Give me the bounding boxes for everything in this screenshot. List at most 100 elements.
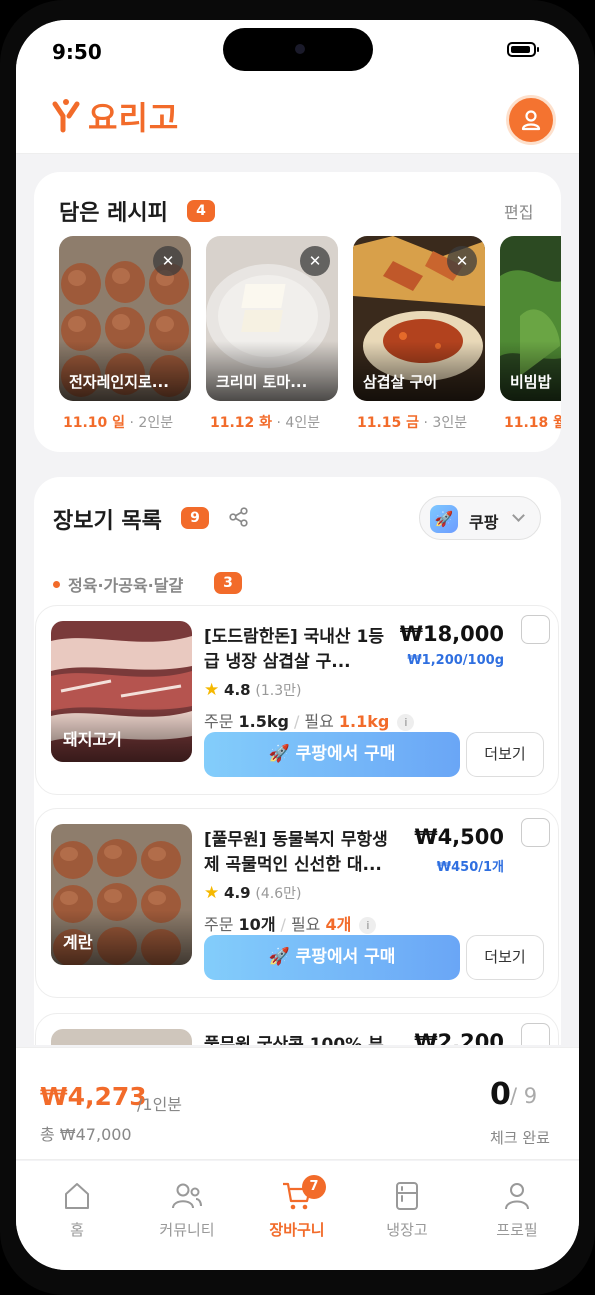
recipe-thumbnail: 삼겹살 구이 ✕ [353,236,485,401]
buy-on-coupang-button[interactable]: 🚀 쿠팡에서 구매 [204,732,460,777]
logo-text: 요리고 [88,99,180,137]
profile-icon [505,1183,529,1210]
tab-community[interactable]: 커뮤니티 [137,1181,237,1251]
item-rating: ★ 4.8 (1.3만) [204,680,301,700]
need-quantity: 4개 [325,915,352,934]
remove-recipe-button[interactable]: ✕ [153,246,183,276]
order-label: 주문 [204,712,234,731]
tab-fridge[interactable]: 냉장고 [357,1181,457,1251]
item-checkbox[interactable] [521,615,550,644]
item-title[interactable]: [도드람한돈] 국내산 1등급 냉장 삼겹살 구... [204,625,394,675]
community-icon [172,1183,202,1209]
cart-count-badge: 7 [302,1175,326,1199]
order-label: 주문 [204,915,234,934]
checked-label: 체크 완료 [490,1129,550,1147]
order-quantity: 10개 [238,915,276,934]
dynamic-island [223,28,373,71]
recipe-date-line: 11.10 일 · 2인분 [63,415,174,431]
mall-select-dropdown[interactable]: 🚀 쿠팡 [419,496,541,540]
tab-profile[interactable]: 프로필 [467,1181,567,1251]
edit-button[interactable]: 편집 [504,199,533,223]
recipe-servings: 3인분 [432,415,468,431]
recipe-date: 11.10 일 [63,415,126,431]
recipe-card[interactable]: 크리미 토마... ✕ 11.12 화 · 4인분 [206,236,338,431]
camera-icon [295,44,305,54]
share-icon[interactable] [229,507,249,527]
recipe-date: 11.15 금 [357,415,420,431]
tab-label: 프로필 [496,1221,538,1239]
item-unit-price: ₩450/1개 [436,860,504,875]
chevron-down-icon [512,509,525,522]
total-price: 총 ₩47,000 [40,1125,132,1144]
need-label: 필요 [304,712,334,731]
item-thumbnail [51,1029,192,1045]
recipe-name: 비빔밥 [510,373,552,391]
user-icon [521,110,541,131]
bottom-tab-bar: 홈 커뮤니티 7 장바구니 냉장고 프로필 [16,1161,579,1270]
per-person-price: ₩4,273 [40,1082,147,1111]
recipe-card[interactable]: 비빔밥 11.18 월 [500,236,561,431]
tab-label: 커뮤니티 [159,1221,215,1239]
item-title[interactable]: 풀무원 국산콩 100% 부 [204,1033,394,1045]
item-thumbnail: 돼지고기 [51,621,192,762]
info-icon[interactable]: i [397,714,415,731]
recipe-servings: 2인분 [138,415,174,431]
status-bar: 9:50 [16,20,579,82]
recipe-servings: 4인분 [285,415,321,431]
shopping-item[interactable]: 돼지고기 [도드람한돈] 국내산 1등급 냉장 삼겹살 구... ₩18,000… [35,605,559,795]
remove-recipe-button[interactable]: ✕ [300,246,330,276]
cost-summary-bar: ₩4,273 /1인분 총 ₩47,000 0 / 9 체크 완료 [16,1047,579,1160]
phone-frame: 9:50 요리고 담은 레시피 4 편집 전자레인지로... ✕ 11.10 일… [0,0,595,1295]
shopping-list-card: 장보기 목록 9 🚀 쿠팡 정육·가공육·달걀 3 돼지고기 [도드람한돈] 국… [34,477,561,1045]
item-title[interactable]: [풀무원] 동물복지 무항생제 곡물먹인 신선한 대... [204,828,394,878]
item-category-tag: 계란 [63,933,93,952]
recipe-card[interactable]: 삼겹살 구이 ✕ 11.15 금 · 3인분 [353,236,485,431]
app-header: 요리고 [16,82,579,154]
recipe-name: 삼겹살 구이 [363,373,438,391]
shopping-item[interactable]: 풀무원 국산콩 100% 부 ₩2,200 [35,1013,559,1045]
item-quantity-line: 주문 1.5kg / 필요 1.1kg i [204,708,415,732]
review-count: (1.3만) [255,683,302,699]
recipe-date: 11.18 월 [504,415,561,431]
remove-recipe-button[interactable]: ✕ [447,246,477,276]
buy-on-coupang-button[interactable]: 🚀 쿠팡에서 구매 [204,935,460,980]
recipe-date: 11.12 화 [210,415,273,431]
item-category-tag: 돼지고기 [63,730,122,749]
recipe-name: 전자레인지로... [69,373,169,391]
item-rating: ★ 4.9 (4.6만) [204,883,301,903]
info-icon[interactable]: i [359,917,377,934]
recipe-name: 크리미 토마... [216,373,308,391]
item-unit-price: ₩1,200/100g [407,653,504,668]
recipe-card[interactable]: 전자레인지로... ✕ 11.10 일 · 2인분 [59,236,191,431]
tab-home[interactable]: 홈 [27,1181,127,1251]
main-content[interactable]: 담은 레시피 4 편집 전자레인지로... ✕ 11.10 일 · 2인분 크리… [16,155,579,1045]
more-button[interactable]: 더보기 [466,732,544,777]
recipe-carousel[interactable]: 전자레인지로... ✕ 11.10 일 · 2인분 크리미 토마... ✕ 11… [59,236,561,436]
more-button[interactable]: 더보기 [466,935,544,980]
tab-label: 홈 [70,1221,84,1239]
recipe-date-line: 11.18 월 [504,412,561,432]
app-logo[interactable]: 요리고 [52,96,180,137]
status-time: 9:50 [52,40,102,64]
tab-cart[interactable]: 7 장바구니 [247,1175,347,1251]
recipe-thumbnail: 크리미 토마... ✕ [206,236,338,401]
coupang-logo-icon: 🚀 [430,505,458,533]
tab-label: 냉장고 [386,1221,428,1239]
checked-total: / 9 [510,1084,538,1108]
saved-recipes-card: 담은 레시피 4 편집 전자레인지로... ✕ 11.10 일 · 2인분 크리… [34,172,561,452]
recipe-thumbnail: 전자레인지로... ✕ [59,236,191,401]
star-icon: ★ [204,680,220,700]
category-count-badge: 3 [214,572,242,594]
rating-value: 4.9 [224,884,251,902]
recipe-date-line: 11.12 화 · 4인분 [210,415,321,431]
rating-value: 4.8 [224,681,251,699]
shopping-item[interactable]: 계란 [풀무원] 동물복지 무항생제 곡물먹인 신선한 대... ₩4,500 … [35,808,559,998]
item-checkbox[interactable] [521,818,550,847]
item-checkbox[interactable] [521,1023,550,1045]
category-dot-icon [53,581,60,588]
profile-button[interactable] [506,95,556,145]
saved-recipes-count-badge: 4 [187,200,215,222]
order-quantity: 1.5kg [238,712,289,731]
per-person-label: /1인분 [137,1095,183,1114]
category-name: 정육·가공육·달걀 [68,576,184,595]
